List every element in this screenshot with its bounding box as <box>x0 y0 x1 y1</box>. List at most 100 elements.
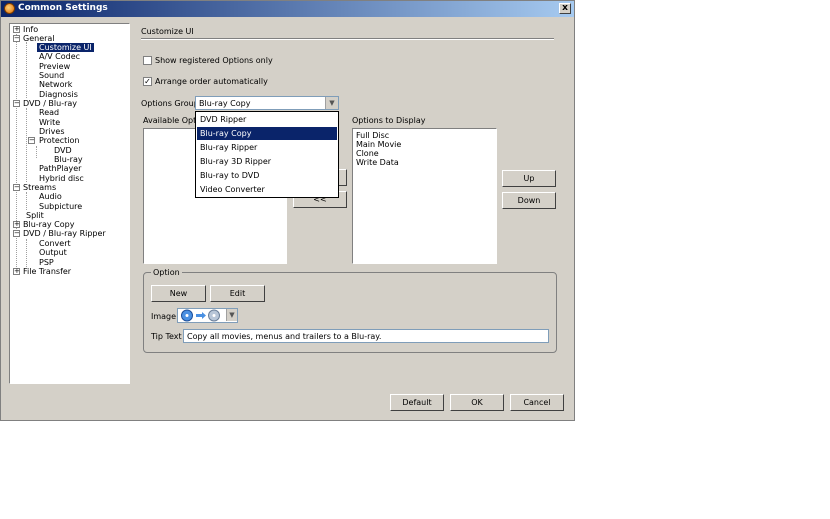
tree-item-customize-ui[interactable]: Customize UI <box>37 43 94 52</box>
list-item[interactable]: Write Data <box>356 158 399 167</box>
tree-item-label: Sound <box>39 71 65 80</box>
collapse-icon[interactable]: − <box>28 137 35 144</box>
common-settings-dialog: Common Settings x + Info − General Custo… <box>0 0 575 421</box>
tree-item-convert[interactable]: Convert <box>39 239 71 248</box>
tree-item-label: Info <box>23 25 39 34</box>
tip-text-label: Tip Text <box>151 332 182 341</box>
tree-line <box>26 42 27 98</box>
image-select[interactable]: ▼ <box>177 308 238 323</box>
tree-item-sound[interactable]: Sound <box>39 71 64 80</box>
collapse-icon[interactable]: − <box>13 100 20 107</box>
ok-button[interactable]: OK <box>450 394 504 411</box>
tree-item-file-transfer[interactable]: File Transfer <box>23 267 71 276</box>
tip-text-value: Copy all movies, menus and trailers to a… <box>187 332 382 341</box>
tree-item-general[interactable]: General <box>23 34 55 43</box>
tree-line <box>16 30 17 275</box>
list-item[interactable]: Full Disc <box>356 131 389 140</box>
tree-line <box>26 108 27 182</box>
collapse-icon[interactable]: − <box>13 230 20 237</box>
tree-line <box>26 192 27 210</box>
tree-item-label: Hybrid disc <box>39 174 84 183</box>
options-to-display-list[interactable]: Full Disc Main Movie Clone Write Data <box>352 128 497 264</box>
tree-item-preview[interactable]: Preview <box>39 62 70 71</box>
image-label: Image <box>151 312 177 321</box>
tree-item-split[interactable]: Split <box>26 211 44 220</box>
tree-item-pathplayer[interactable]: PathPlayer <box>39 164 81 173</box>
tree-item-label: PathPlayer <box>39 164 82 173</box>
cancel-button[interactable]: Cancel <box>510 394 564 411</box>
tree-item-bluray[interactable]: Blu-ray <box>54 155 83 164</box>
chevron-down-icon[interactable]: ▼ <box>226 309 237 321</box>
disc-to-disc-icon <box>181 309 220 322</box>
tree-item-label: Read <box>39 108 60 117</box>
tree-item-label: Output <box>39 248 67 257</box>
tree-item-drives[interactable]: Drives <box>39 127 65 136</box>
section-divider <box>141 38 554 40</box>
tip-text-input[interactable]: Copy all movies, menus and trailers to a… <box>183 329 549 343</box>
options-group-select[interactable]: Blu-ray Copy ▼ <box>195 96 339 110</box>
expand-icon[interactable]: + <box>13 221 20 228</box>
tree-item-av-codec[interactable]: A/V Codec <box>39 52 80 61</box>
window-title: Common Settings <box>18 3 108 13</box>
expand-icon[interactable]: + <box>13 268 20 275</box>
dropdown-item-video-converter[interactable]: Video Converter <box>197 183 337 196</box>
list-item[interactable]: Clone <box>356 149 379 158</box>
tree-item-network[interactable]: Network <box>39 80 72 89</box>
tree-item-label: Split <box>26 211 44 220</box>
dropdown-item-bluray-ripper[interactable]: Blu-ray Ripper <box>197 141 337 154</box>
tree-item-dvd-bluray-ripper[interactable]: DVD / Blu-ray Ripper <box>23 229 106 238</box>
chevron-down-icon[interactable]: ▼ <box>325 97 338 109</box>
collapse-icon[interactable]: − <box>13 184 20 191</box>
tree-item-label: Subpicture <box>39 202 83 211</box>
tree-item-write[interactable]: Write <box>39 118 60 127</box>
tree-item-bluray-copy[interactable]: Blu-ray Copy <box>23 220 74 229</box>
app-icon <box>4 3 15 14</box>
default-button[interactable]: Default <box>390 394 444 411</box>
option-group-legend: Option <box>151 268 182 277</box>
tree-item-label: Preview <box>39 62 71 71</box>
show-registered-checkbox[interactable] <box>143 56 152 65</box>
close-button[interactable]: x <box>559 3 571 14</box>
tree-item-diagnosis[interactable]: Diagnosis <box>39 90 78 99</box>
tree-item-dvd[interactable]: DVD <box>54 146 72 155</box>
settings-tree[interactable]: + Info − General Customize UI A/V Codec … <box>9 23 130 384</box>
arrange-order-checkbox[interactable]: ✓ <box>143 77 152 86</box>
tree-item-psp[interactable]: PSP <box>39 258 54 267</box>
dropdown-item-bluray-3d-ripper[interactable]: Blu-ray 3D Ripper <box>197 155 337 168</box>
tree-item-info[interactable]: Info <box>23 25 38 34</box>
up-button[interactable]: Up <box>502 170 556 187</box>
tree-item-audio[interactable]: Audio <box>39 192 62 201</box>
section-title: Customize UI <box>141 27 194 36</box>
dropdown-item-bluray-copy[interactable]: Blu-ray Copy <box>197 127 337 140</box>
tree-item-label: Diagnosis <box>39 90 78 99</box>
arrange-order-label: Arrange order automatically <box>155 77 268 86</box>
tree-item-read[interactable]: Read <box>39 108 59 117</box>
options-group-dropdown[interactable]: DVD Ripper Blu-ray Copy Blu-ray Ripper B… <box>195 111 339 198</box>
expand-icon[interactable]: + <box>13 26 20 33</box>
tree-item-dvd-bluray[interactable]: DVD / Blu-ray <box>23 99 77 108</box>
tree-item-label: Drives <box>39 127 65 136</box>
title-bar[interactable]: Common Settings x <box>1 1 574 17</box>
tree-item-label: Protection <box>39 136 80 145</box>
new-button[interactable]: New <box>151 285 206 302</box>
tree-item-label: Convert <box>39 239 71 248</box>
tree-item-label: Blu-ray Copy <box>23 220 75 229</box>
options-to-display-label: Options to Display <box>352 116 426 125</box>
collapse-icon[interactable]: − <box>13 35 20 42</box>
tree-item-label: DVD <box>54 146 72 155</box>
tree-item-label: Audio <box>39 192 62 201</box>
edit-button[interactable]: Edit <box>210 285 265 302</box>
tree-line <box>26 239 27 267</box>
tree-item-hybrid-disc[interactable]: Hybrid disc <box>39 174 84 183</box>
tree-item-streams[interactable]: Streams <box>23 183 56 192</box>
dropdown-item-bluray-to-dvd[interactable]: Blu-ray to DVD <box>197 169 337 182</box>
tree-item-protection[interactable]: Protection <box>39 136 79 145</box>
tree-item-label: File Transfer <box>23 267 72 276</box>
tree-item-label: DVD / Blu-ray Ripper <box>23 229 106 238</box>
tree-item-output[interactable]: Output <box>39 248 67 257</box>
down-button[interactable]: Down <box>502 192 556 209</box>
tree-item-subpicture[interactable]: Subpicture <box>39 202 82 211</box>
dropdown-item-dvd-ripper[interactable]: DVD Ripper <box>197 113 337 126</box>
tree-item-label: A/V Codec <box>39 52 81 61</box>
list-item[interactable]: Main Movie <box>356 140 401 149</box>
